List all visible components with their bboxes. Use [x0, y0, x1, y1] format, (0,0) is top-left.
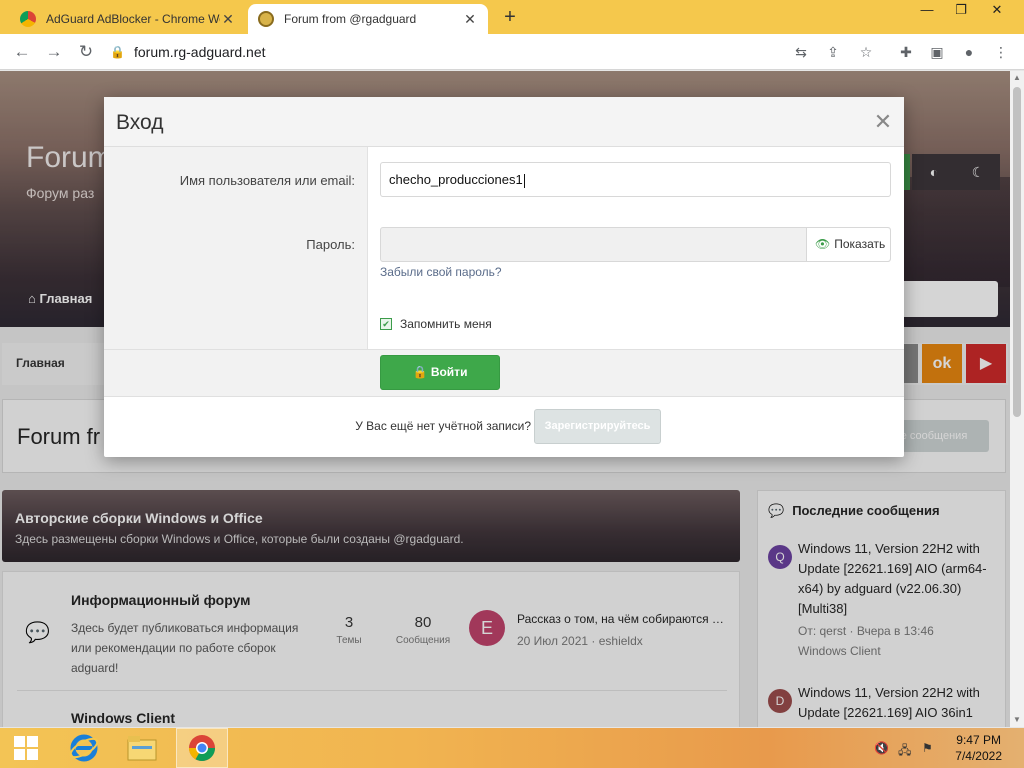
- remember-me-checkbox[interactable]: ✔ Запомнить меня: [380, 317, 492, 331]
- bookmark-star-icon[interactable]: ☆: [855, 41, 877, 63]
- login-label: Войти: [430, 365, 468, 379]
- tab-adguard-webstore[interactable]: AdGuard AdBlocker - Chrome Web Store ✕: [10, 4, 246, 34]
- address-bar: ← → ↻ 🔒 forum.rg-adguard.net ⇆ ⇪ ☆ ✚ ▣ ●…: [0, 34, 1024, 70]
- tab-title: AdGuard AdBlocker - Chrome Web Store: [46, 12, 220, 26]
- dialog-header: Вход ✕: [104, 97, 904, 147]
- login-dialog: Вход ✕ Имя пользователя или email: Парол…: [104, 97, 904, 457]
- chrome-webstore-icon: [20, 11, 36, 27]
- dialog-footer: [104, 349, 904, 397]
- forgot-password-link[interactable]: Забыли свой пароль?: [380, 265, 502, 279]
- text-caret: [523, 173, 525, 188]
- page-scrollbar[interactable]: ▲ ▼: [1010, 71, 1024, 727]
- scroll-up-icon[interactable]: ▲: [1010, 71, 1024, 85]
- show-password-label: Показать: [834, 237, 886, 251]
- url-text: forum.rg-adguard.net: [134, 44, 266, 60]
- password-field[interactable]: 👁 Показать: [380, 227, 891, 262]
- browser-tab-bar: AdGuard AdBlocker - Chrome Web Store ✕ F…: [0, 0, 1024, 34]
- close-tab-icon[interactable]: ✕: [462, 11, 478, 28]
- eye-icon: 👁: [815, 237, 831, 251]
- minimize-window-icon[interactable]: —: [910, 0, 944, 22]
- translate-icon[interactable]: ⇆: [790, 41, 812, 63]
- username-field[interactable]: checho_producciones1: [380, 162, 891, 197]
- url-field[interactable]: 🔒 forum.rg-adguard.net: [110, 39, 888, 65]
- login-button[interactable]: 🔒 Войти: [380, 355, 500, 390]
- close-icon[interactable]: ✕: [872, 109, 894, 135]
- system-clock[interactable]: 9:47 PM 7/4/2022: [955, 732, 1002, 764]
- tab-title: Forum from @rgadguard: [284, 12, 417, 26]
- more-menu-icon[interactable]: ⋮: [990, 41, 1012, 63]
- password-label: Пароль:: [306, 237, 355, 252]
- file-explorer-icon[interactable]: [116, 728, 168, 768]
- scrollbar-thumb[interactable]: [1013, 87, 1021, 417]
- side-panel-icon[interactable]: ▣: [926, 41, 948, 63]
- action-center-icon[interactable]: ⚑: [922, 741, 933, 755]
- checkbox-checked-icon[interactable]: ✔: [380, 318, 392, 330]
- forward-arrow-icon[interactable]: →: [42, 40, 66, 64]
- close-window-icon[interactable]: ✕: [980, 0, 1014, 22]
- volume-muted-icon[interactable]: 🔇: [874, 741, 889, 755]
- close-tab-icon[interactable]: ✕: [220, 11, 236, 28]
- form-labels-column: Имя пользователя или email: Пароль:: [104, 147, 368, 349]
- no-account-text: У Вас ещё нет учётной записи?: [355, 419, 531, 433]
- show-password-button[interactable]: 👁 Показать: [806, 228, 890, 261]
- chrome-taskbar-icon[interactable]: [176, 728, 228, 768]
- lock-icon: 🔒: [110, 45, 125, 59]
- windows-taskbar: 🔇 🖧 ⚑ 9:47 PM 7/4/2022: [0, 728, 1024, 768]
- internet-explorer-icon[interactable]: [58, 728, 110, 768]
- restore-window-icon[interactable]: ❐: [944, 0, 978, 22]
- network-icon[interactable]: 🖧: [898, 741, 911, 762]
- back-arrow-icon[interactable]: ←: [10, 40, 34, 64]
- reload-icon[interactable]: ↻: [74, 40, 98, 64]
- start-windows-icon[interactable]: [0, 728, 52, 768]
- share-icon[interactable]: ⇪: [822, 41, 844, 63]
- dialog-title: Вход: [116, 111, 164, 134]
- remember-me-label: Запомнить меня: [400, 317, 492, 331]
- lock-icon: 🔒: [412, 365, 431, 379]
- clock-time: 9:47 PM: [956, 733, 1001, 747]
- tab-forum[interactable]: Forum from @rgadguard ✕: [248, 4, 488, 34]
- username-label: Имя пользователя или email:: [179, 173, 355, 188]
- register-button[interactable]: Зарегистрируйтесь: [534, 409, 661, 444]
- forum-favicon-icon: [258, 11, 274, 27]
- username-value: checho_producciones1: [389, 172, 523, 187]
- new-tab-button[interactable]: +: [498, 6, 522, 30]
- clock-date: 7/4/2022: [955, 749, 1002, 763]
- extensions-puzzle-icon[interactable]: ✚: [895, 41, 917, 63]
- profile-avatar-icon[interactable]: ●: [958, 41, 980, 63]
- scroll-down-icon[interactable]: ▼: [1010, 713, 1024, 727]
